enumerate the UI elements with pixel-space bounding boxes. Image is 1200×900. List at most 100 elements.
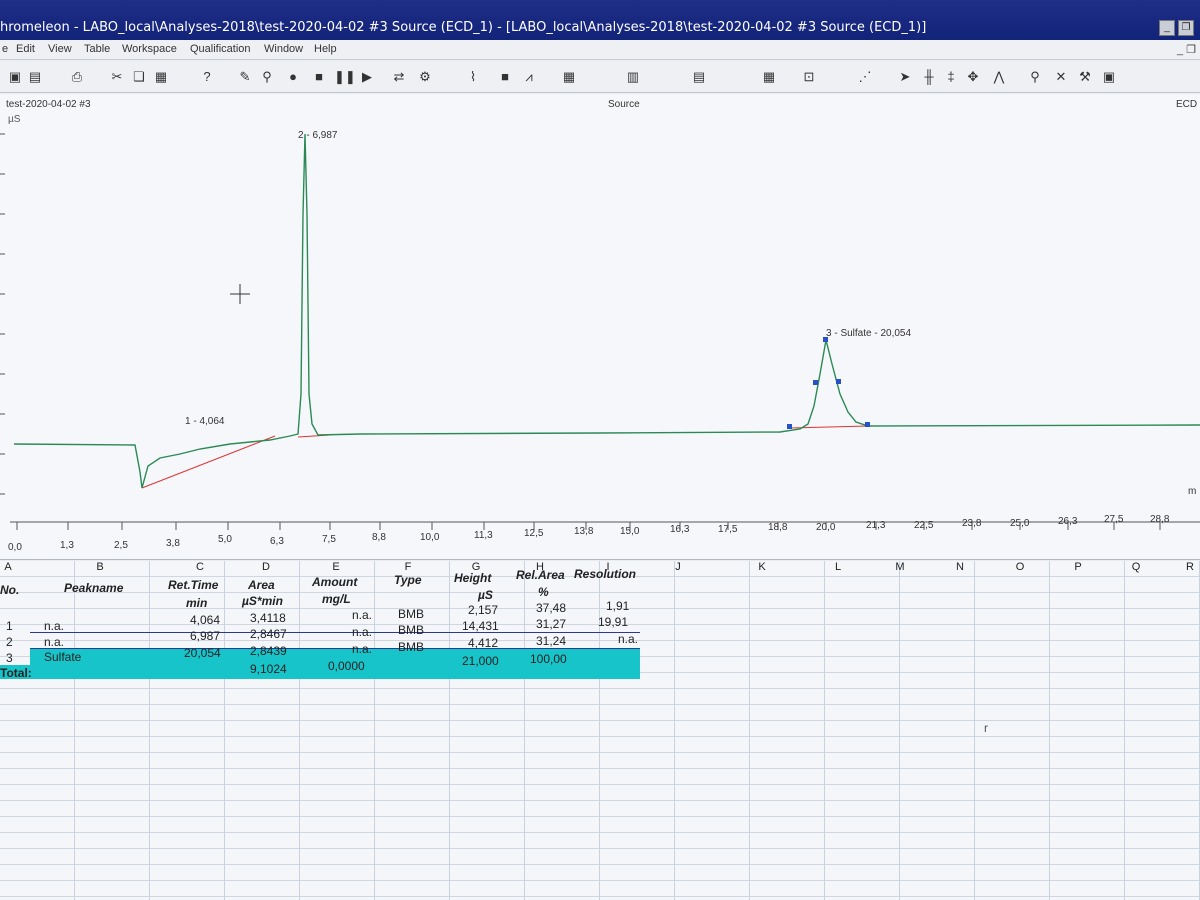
chromatogram-plot[interactable]: test-2020-04-02 #3 Source ECD µS m 1 - 4… — [0, 94, 1200, 560]
col-letter[interactable]: N — [950, 561, 970, 576]
chart-icon[interactable]: ⌇ — [464, 68, 482, 86]
col-letter[interactable]: M — [890, 561, 910, 576]
cell-area[interactable]: 2,8467 — [250, 627, 287, 641]
header-height-unit[interactable]: µS — [478, 588, 493, 602]
row-number[interactable]: 2 — [6, 635, 13, 649]
peak-icon[interactable]: ⩘ — [520, 68, 538, 86]
col-letter[interactable]: Q — [1126, 561, 1146, 576]
settings-icon[interactable]: ⚙ — [416, 68, 434, 86]
cell-rettime[interactable]: 6,987 — [190, 629, 220, 643]
save-icon[interactable]: ▣ — [6, 68, 24, 86]
cursor-icon[interactable]: ✎ — [236, 68, 254, 86]
stop-icon[interactable]: ■ — [310, 68, 328, 86]
cell-rettime[interactable]: 20,054 — [184, 646, 221, 660]
bar-chart-icon[interactable]: ▥ — [624, 68, 642, 86]
cell-peakname[interactable]: Sulfate — [44, 650, 81, 664]
header-no[interactable]: No. — [0, 583, 19, 597]
lock-icon[interactable]: ⊡ — [800, 68, 818, 86]
col-letter[interactable]: D — [256, 561, 276, 576]
col-letter[interactable]: A — [0, 561, 16, 576]
col-letter[interactable]: R — [1180, 561, 1200, 576]
header-area-unit[interactable]: µS*min — [242, 594, 283, 608]
header-peakname[interactable]: Peakname — [64, 581, 123, 595]
col-letter[interactable]: L — [828, 561, 848, 576]
header-resolution[interactable]: Resolution — [574, 567, 636, 581]
cell-amount[interactable]: n.a. — [352, 625, 372, 639]
grid-icon[interactable]: ■ — [496, 68, 514, 86]
col-letter[interactable]: P — [1068, 561, 1088, 576]
header-amount[interactable]: Amount — [312, 575, 357, 589]
header-rettime[interactable]: Ret.Time — [168, 578, 218, 592]
cell-relarea[interactable]: 37,48 — [536, 601, 566, 615]
header-rettime-unit[interactable]: min — [186, 596, 207, 610]
columns-icon[interactable]: ▦ — [760, 68, 778, 86]
cell-peakname[interactable]: n.a. — [44, 635, 64, 649]
record-icon[interactable]: ● — [284, 68, 302, 86]
menu-window[interactable]: Window — [264, 43, 303, 55]
move-icon[interactable]: ✥ — [964, 68, 982, 86]
cell-resolution[interactable]: n.a. — [618, 632, 638, 646]
split-icon[interactable]: ‡ — [942, 68, 960, 86]
cell-type[interactable]: BMB — [398, 623, 424, 637]
table-icon[interactable]: ▦ — [560, 68, 578, 86]
menu-edit[interactable]: Edit — [16, 43, 35, 55]
col-letter[interactable]: J — [668, 561, 688, 576]
cell-amount[interactable]: n.a. — [352, 642, 372, 656]
mdi-controls[interactable]: _ ❐ — [1177, 43, 1196, 56]
cell-height[interactable]: 2,157 — [468, 603, 498, 617]
cell-type[interactable]: BMB — [398, 640, 424, 654]
integrate-icon[interactable]: ⋰ — [856, 68, 874, 86]
help-icon[interactable]: ? — [198, 68, 216, 86]
col-letter[interactable]: K — [752, 561, 772, 576]
cell-rettime[interactable]: 4,064 — [190, 613, 220, 627]
menu-view[interactable]: View — [48, 43, 72, 55]
header-relarea[interactable]: Rel.Area — [516, 568, 565, 582]
cell-relarea[interactable]: 31,27 — [536, 617, 566, 631]
cell-resolution[interactable]: 1,91 — [606, 599, 629, 613]
pipette-icon[interactable]: ⚲ — [258, 68, 276, 86]
col-letter[interactable]: O — [1010, 561, 1030, 576]
open-icon[interactable]: ▤ — [26, 68, 44, 86]
cell-resolution[interactable]: 19,91 — [598, 615, 628, 629]
menu-file[interactable]: e — [2, 43, 8, 55]
copy-icon[interactable]: ❏ — [130, 68, 148, 86]
col-letter[interactable]: B — [90, 561, 110, 576]
print-icon[interactable]: ⎙ — [68, 68, 86, 86]
cell-height[interactable]: 14,431 — [462, 619, 499, 633]
menu-table[interactable]: Table — [84, 43, 110, 55]
cell-amount[interactable]: n.a. — [352, 608, 372, 622]
crosshair-icon[interactable]: ╫ — [920, 68, 938, 86]
header-area[interactable]: Area — [248, 578, 275, 592]
paste-icon[interactable]: ▦ — [152, 68, 170, 86]
cell-height[interactable]: 4,412 — [468, 636, 498, 650]
sync-icon[interactable]: ⇄ — [390, 68, 408, 86]
minimize-icon[interactable]: _ — [1159, 20, 1175, 36]
header-amount-unit[interactable]: mg/L — [322, 592, 351, 606]
pause-icon[interactable]: ❚❚ — [334, 68, 356, 86]
cell-peakname[interactable]: n.a. — [44, 619, 64, 633]
restore-icon[interactable]: ❐ — [1178, 20, 1194, 36]
menu-qualification[interactable]: Qualification — [190, 43, 251, 55]
row-number[interactable]: 1 — [6, 619, 13, 633]
header-type[interactable]: Type — [394, 573, 422, 587]
header-relarea-unit[interactable]: % — [538, 585, 549, 599]
tools-icon[interactable]: ⚒ — [1076, 68, 1094, 86]
menu-help[interactable]: Help — [314, 43, 337, 55]
cell-relarea[interactable]: 31,24 — [536, 634, 566, 648]
properties-icon[interactable]: ▣ — [1100, 68, 1118, 86]
col-letter[interactable]: C — [190, 561, 210, 576]
arrow-icon[interactable]: ➤ — [896, 68, 914, 86]
search-icon[interactable]: ⚲ — [1026, 68, 1044, 86]
cell-type[interactable]: BMB — [398, 607, 424, 621]
menu-workspace[interactable]: Workspace — [122, 43, 177, 55]
cell-area[interactable]: 2,8439 — [250, 644, 287, 658]
baseline-icon[interactable]: ⋀ — [990, 68, 1008, 86]
delete-peak-icon[interactable]: ✕ — [1052, 68, 1070, 86]
header-height[interactable]: Height — [454, 571, 491, 585]
col-letter[interactable]: E — [326, 561, 346, 576]
sheet-icon[interactable]: ▤ — [690, 68, 708, 86]
cut-icon[interactable]: ✂ — [108, 68, 126, 86]
play-icon[interactable]: ▶ — [358, 68, 376, 86]
row-number[interactable]: 3 — [6, 651, 13, 665]
cell-area[interactable]: 3,4118 — [250, 611, 286, 625]
